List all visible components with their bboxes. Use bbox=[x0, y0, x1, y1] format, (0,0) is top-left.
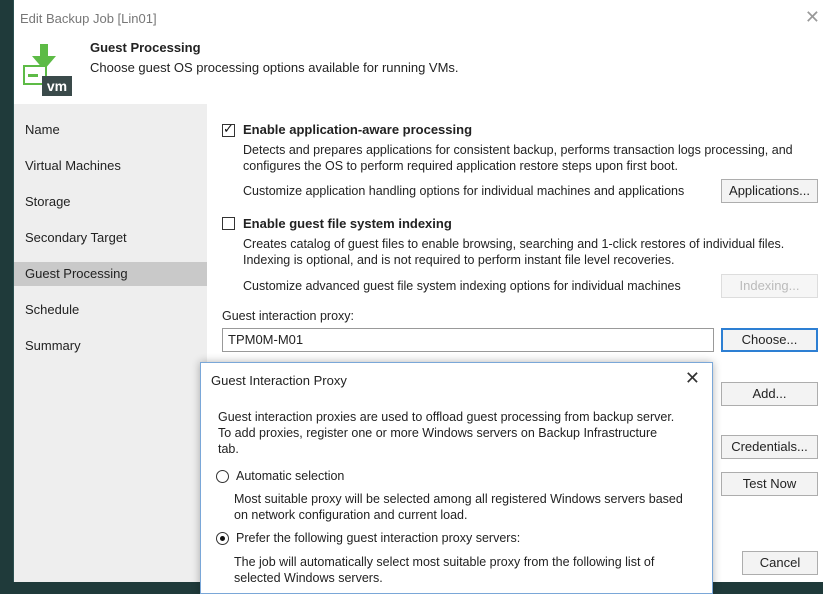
automatic-selection-label: Automatic selection bbox=[236, 469, 345, 483]
page-subtitle: Choose guest OS processing options avail… bbox=[90, 60, 459, 75]
title-bar: Edit Backup Job [Lin01] ✕ bbox=[14, 0, 823, 36]
guest-interaction-proxy-dialog: Guest Interaction Proxy ✕ Guest interact… bbox=[200, 362, 713, 594]
indexing-checkbox[interactable] bbox=[222, 217, 235, 230]
indexing-label: Enable guest file system indexing bbox=[243, 216, 452, 231]
test-now-button[interactable]: Test Now bbox=[721, 472, 818, 496]
dialog-intro-line3: tab. bbox=[218, 442, 239, 456]
close-icon[interactable]: ✕ bbox=[805, 7, 820, 28]
automatic-selection-radio[interactable] bbox=[216, 470, 229, 483]
add-button[interactable]: Add... bbox=[721, 382, 818, 406]
window-title: Edit Backup Job [Lin01] bbox=[20, 11, 157, 26]
app-aware-label: Enable application-aware processing bbox=[243, 122, 473, 137]
sidebar-item-guest-processing[interactable]: Guest Processing bbox=[14, 262, 207, 286]
prefer-proxy-desc-line2: selected Windows servers. bbox=[234, 571, 383, 585]
choose-button[interactable]: Choose... bbox=[721, 328, 818, 352]
page-title: Guest Processing bbox=[90, 40, 201, 55]
cancel-button[interactable]: Cancel bbox=[742, 551, 818, 575]
sidebar-item-secondary-target[interactable]: Secondary Target bbox=[14, 226, 207, 250]
sidebar-item-schedule[interactable]: Schedule bbox=[14, 298, 207, 322]
dialog-intro-line2: To add proxies, register one or more Win… bbox=[218, 426, 658, 440]
sidebar-item-storage[interactable]: Storage bbox=[14, 190, 207, 214]
app-aware-customize-text: Customize application handling options f… bbox=[243, 184, 685, 198]
dialog-title: Guest Interaction Proxy bbox=[211, 373, 347, 388]
prefer-proxy-label: Prefer the following guest interaction p… bbox=[236, 531, 521, 545]
credentials-button[interactable]: Credentials... bbox=[721, 435, 818, 459]
wizard-header: vm Guest Processing Choose guest OS proc… bbox=[14, 36, 823, 104]
sidebar-item-summary[interactable]: Summary bbox=[14, 334, 207, 358]
wizard-steps-sidebar: Name Virtual Machines Storage Secondary … bbox=[14, 104, 207, 582]
app-aware-desc-line2: configures the OS to perform required ap… bbox=[243, 159, 678, 173]
indexing-customize-text: Customize advanced guest file system ind… bbox=[243, 279, 681, 293]
app-aware-desc-line1: Detects and prepares applications for co… bbox=[243, 143, 793, 157]
prefer-proxy-desc-line1: The job will automatically select most s… bbox=[234, 555, 655, 569]
prefer-proxy-radio[interactable] bbox=[216, 532, 229, 545]
dialog-close-icon[interactable]: ✕ bbox=[685, 368, 700, 389]
indexing-desc-line2: Indexing is optional, and is not require… bbox=[243, 253, 675, 267]
dialog-intro-line1: Guest interaction proxies are used to of… bbox=[218, 410, 675, 424]
applications-button[interactable]: Applications... bbox=[721, 179, 818, 203]
vm-guest-processing-icon: vm bbox=[22, 42, 78, 98]
proxy-label: Guest interaction proxy: bbox=[222, 309, 355, 323]
sidebar-item-virtual-machines[interactable]: Virtual Machines bbox=[14, 154, 207, 178]
indexing-button[interactable]: Indexing... bbox=[721, 274, 818, 298]
vm-icon-text: vm bbox=[47, 78, 67, 94]
app-aware-checkbox[interactable] bbox=[222, 121, 235, 137]
sidebar-item-name[interactable]: Name bbox=[14, 118, 207, 142]
automatic-selection-desc-line2: on network configuration and current loa… bbox=[234, 508, 468, 522]
automatic-selection-desc-line1: Most suitable proxy will be selected amo… bbox=[234, 492, 683, 506]
indexing-desc-line1: Creates catalog of guest files to enable… bbox=[243, 237, 785, 251]
proxy-input[interactable]: TPM0M-M01 bbox=[222, 328, 714, 352]
